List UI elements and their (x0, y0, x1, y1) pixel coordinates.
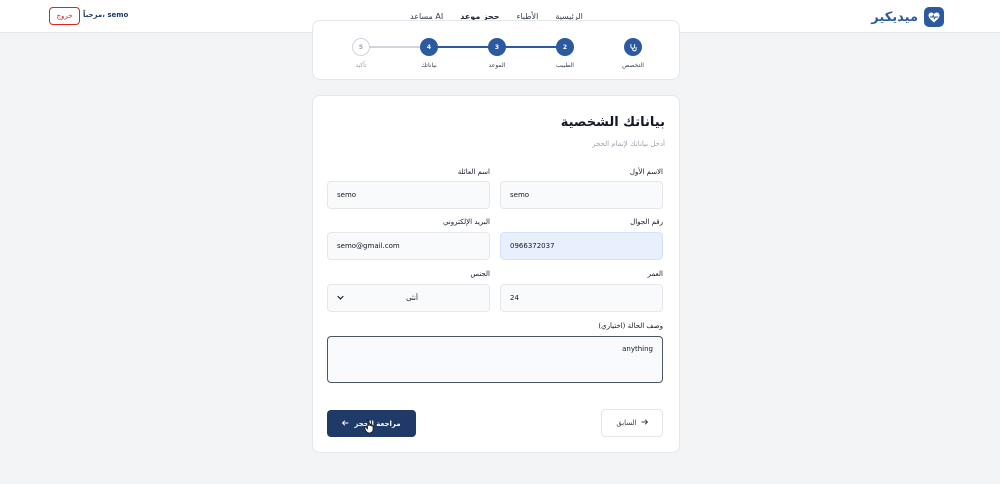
arrow-left-icon (342, 419, 349, 428)
step-4-label: بياناتك (421, 62, 437, 69)
brand-logo[interactable]: ميديكير (871, 7, 944, 27)
email-input[interactable]: semo@gmail.com (327, 232, 490, 260)
phone-input[interactable]: 0966372037 (500, 232, 663, 260)
step-5-label: تأكيد (355, 62, 367, 69)
step-3-circle: 3 (488, 38, 506, 56)
email-label: البريد الإلكتروني (443, 218, 490, 226)
form-subtitle: أدخل بياناتك لإتمام الحجز (592, 140, 665, 148)
personal-info-form: بياناتك الشخصية أدخل بياناتك لإتمام الحج… (312, 95, 680, 453)
step-1-label: التخصص (622, 62, 644, 69)
stethoscope-icon (624, 38, 642, 56)
step-3-label: الموعد (488, 62, 506, 69)
description-textarea[interactable]: anything (327, 336, 663, 383)
back-button-label: السابق (616, 419, 637, 427)
chevron-down-icon (337, 294, 344, 302)
phone-label: رقم الجوال (630, 218, 663, 226)
review-button-label: مراجعة الحجز (354, 419, 401, 428)
arrow-right-icon (641, 419, 648, 427)
form-title: بياناتك الشخصية (560, 115, 665, 130)
first-name-input[interactable]: semo (500, 181, 663, 209)
last-name-label: اسم العائلة (457, 168, 490, 176)
last-name-input[interactable]: semo (327, 181, 490, 209)
gender-value: أنثى (406, 294, 418, 302)
gender-select[interactable]: أنثى (327, 284, 490, 312)
gender-label: الجنس (470, 270, 490, 278)
step-5-circle: 5 (352, 38, 370, 56)
first-name-label: الاسم الأول (629, 168, 663, 176)
step-2-circle: 2 (556, 38, 574, 56)
hand-cursor-icon (364, 419, 375, 438)
heart-pulse-icon (924, 7, 944, 27)
step-2-label: الطبيب (556, 62, 574, 69)
age-input[interactable]: 24 (500, 284, 663, 312)
age-label: العمر (647, 270, 663, 278)
brand-name: ميديكير (871, 9, 918, 25)
logout-button[interactable]: خروج (49, 7, 80, 25)
description-label: وصف الحالة (اختياري) (598, 322, 663, 330)
back-button[interactable]: السابق (601, 409, 663, 437)
step-4-circle: 4 (420, 38, 438, 56)
booking-stepper: 5 تأكيد 4 بياناتك 3 الموعد 2 الطبيب التخ… (312, 20, 680, 80)
user-greeting: مرحباً، semo (83, 11, 129, 19)
